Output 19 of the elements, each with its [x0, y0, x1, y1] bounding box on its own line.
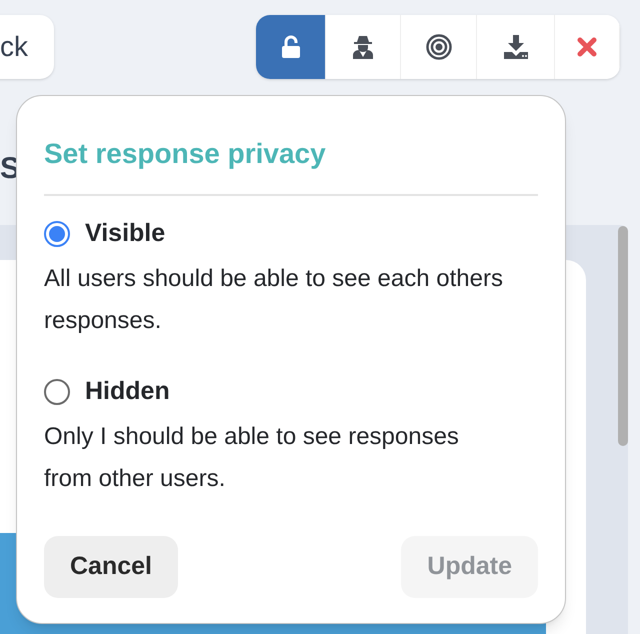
option-description: Only I should be able to see responses from other users.	[44, 422, 460, 494]
toolbar-button[interactable]	[401, 15, 477, 79]
toolbar-button[interactable]	[256, 15, 326, 79]
radio-button[interactable]	[44, 379, 70, 405]
unlocked-padlock-icon	[280, 35, 300, 59]
dialog-button[interactable]: Cancel	[44, 536, 178, 598]
download-icon	[502, 34, 528, 60]
option-label: Hidden	[85, 376, 170, 408]
radio-button[interactable]	[44, 221, 70, 247]
dialog-title: Set response privacy	[44, 137, 327, 171]
option-label: Visible	[85, 218, 166, 250]
toolbar-button[interactable]	[326, 15, 401, 79]
close-icon	[577, 37, 597, 57]
toolbar-button[interactable]	[477, 15, 555, 79]
back-button[interactable]: ck	[0, 15, 54, 79]
toolbar-button[interactable]	[555, 15, 620, 79]
option-description: All users should be able to see each others responses.	[44, 264, 504, 336]
spy-icon	[352, 35, 374, 59]
target-icon	[426, 34, 452, 60]
